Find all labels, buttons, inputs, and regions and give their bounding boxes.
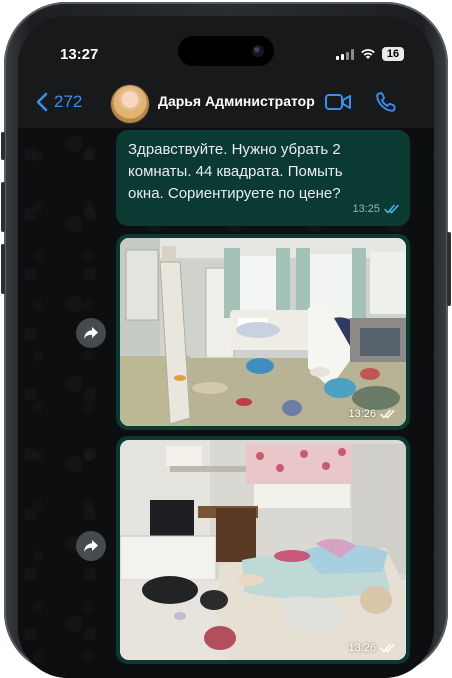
back-unread-count: 272 — [54, 92, 83, 111]
double-check-icon — [380, 409, 395, 419]
message-line: комнаты. 44 квадрата. Помыть — [128, 163, 343, 180]
screen: 13:27 16 272 Дарья Администратор Здравст… — [18, 16, 434, 678]
cellular-signal-icon — [336, 48, 354, 60]
video-call-icon[interactable] — [324, 92, 352, 112]
outgoing-text-message[interactable]: Здравствуйте. Нужно убрать 2 комнаты. 44… — [116, 130, 410, 226]
chat-header: 13:27 16 272 Дарья Администратор — [18, 16, 434, 128]
action-button — [1, 132, 5, 160]
volume-up-button — [1, 182, 5, 232]
dynamic-island — [178, 36, 274, 66]
back-button[interactable]: 272 — [36, 92, 82, 112]
chevron-left-icon — [36, 92, 48, 112]
message-time: 13:26 — [348, 642, 376, 654]
status-icons: 16 — [336, 47, 404, 61]
message-meta: 13:25 — [352, 198, 400, 220]
battery-indicator: 16 — [382, 47, 404, 61]
forward-button[interactable] — [76, 531, 106, 561]
double-check-icon — [380, 643, 395, 653]
share-arrow-icon — [84, 327, 98, 339]
message-time: 13:26 — [348, 408, 376, 420]
outgoing-photo-message[interactable]: 13:26 — [116, 234, 410, 430]
power-button — [447, 232, 451, 306]
status-time: 13:27 — [60, 46, 99, 63]
volume-down-button — [1, 244, 5, 294]
photo-meta: 13:26 — [348, 408, 396, 420]
room-photo-1[interactable] — [120, 238, 406, 426]
phone-frame: 13:27 16 272 Дарья Администратор Здравст… — [1, 2, 451, 678]
phone-call-icon[interactable] — [374, 90, 398, 114]
wifi-icon — [361, 49, 375, 59]
photo-meta: 13:26 — [348, 642, 396, 654]
double-check-icon — [384, 204, 399, 214]
message-line: Здравствуйте. Нужно убрать 2 — [128, 141, 341, 158]
share-arrow-icon — [84, 540, 98, 552]
room-photo-2[interactable] — [120, 440, 406, 660]
contact-name[interactable]: Дарья Администратор — [158, 93, 315, 109]
message-time: 13:25 — [352, 203, 380, 215]
forward-button[interactable] — [76, 318, 106, 348]
outgoing-photo-message[interactable]: 13:26 — [116, 436, 410, 664]
front-camera-icon — [252, 45, 264, 57]
contact-avatar[interactable] — [110, 84, 150, 124]
